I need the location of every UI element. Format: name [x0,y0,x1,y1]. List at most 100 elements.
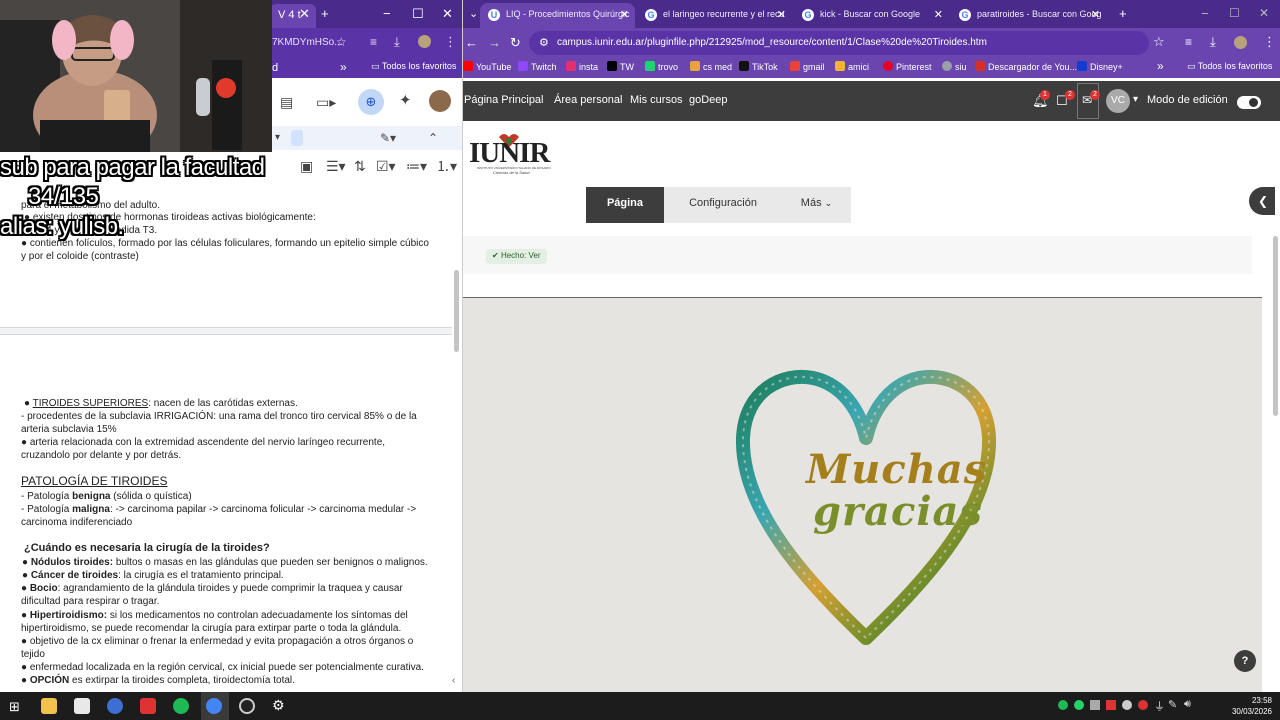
close-window-icon[interactable]: ✕ [442,6,453,22]
tray-pen-icon[interactable]: ✎ [1168,698,1177,711]
tab-kick[interactable]: Gkick - Buscar con Google ✕ [794,3,949,28]
windows-start-icon[interactable]: ⊞ [9,699,20,715]
tab-search-icon[interactable]: ⌄ [469,7,478,20]
new-tab-icon[interactable]: + [1119,6,1127,21]
bookmark-csmed[interactable]: cs med [690,61,732,72]
close-icon[interactable]: ✕ [1091,8,1100,21]
bookmark-disney[interactable]: Disney+ [1077,61,1123,72]
line-spacing-icon[interactable]: ⇅ [354,159,366,173]
tray-whatsapp-icon[interactable] [1074,700,1084,710]
nav-mis-cursos[interactable]: Mis cursos [630,94,683,106]
maximize-icon[interactable]: ☐ [412,6,424,22]
close-icon[interactable]: ✕ [934,8,943,21]
store-icon[interactable] [74,698,90,714]
system-clock[interactable]: 23:58 30/03/2026 [1232,695,1272,717]
drawer-toggle[interactable]: ❮ [1249,187,1275,215]
tab-laringeo[interactable]: Gel laringeo recurrente y el recu ✕ [637,3,792,28]
chevron-right-icon[interactable]: » [1157,59,1164,73]
gemini-icon[interactable]: ✦ [399,93,412,108]
all-bookmarks[interactable]: ▭ Todos los favoritos [1187,61,1272,72]
tab-pagina[interactable]: Página [586,187,664,223]
pencil-icon[interactable]: ✎▾ [380,131,396,145]
forward-icon[interactable]: → [488,35,501,50]
chevron-right-icon[interactable]: » [340,60,347,74]
collapse-icon[interactable]: ⌃ [428,131,438,145]
tab-configuracion[interactable]: Configuración [664,187,782,223]
bookmark-trovo[interactable]: trovo [645,61,678,72]
user-avatar[interactable] [429,90,451,112]
page-scrollbar[interactable] [1273,236,1278,416]
back-icon[interactable]: ← [465,35,478,50]
image-icon[interactable]: ▣ [300,159,313,173]
docs-scrollbar[interactable] [454,270,459,352]
close-icon[interactable]: ✕ [620,8,629,21]
reload-icon[interactable]: ↻ [510,35,521,51]
collapse-side-icon[interactable]: ‹ [452,675,455,686]
video-call-icon[interactable]: ▭▸ [316,95,336,109]
minimize-icon[interactable]: − [383,6,391,21]
comments-icon[interactable]: ▤ [280,95,293,109]
done-badge[interactable]: ✔ Hecho: Ver [486,249,547,264]
nav-godeep[interactable]: goDeep [689,94,728,106]
chevron-down-icon[interactable]: ▾ [275,131,280,145]
star-icon[interactable]: ☆ [1153,34,1165,50]
tray-record-icon[interactable] [1138,700,1148,710]
edit-mode-toggle[interactable] [1237,96,1261,109]
tray-spotify-icon[interactable] [1058,700,1068,710]
omnibox[interactable]: ⚙ campus.iunir.edu.ar/pluginfile.php/212… [529,31,1149,55]
checklist-icon[interactable]: ☑▾ [376,159,396,173]
tab-liq[interactable]: U LIQ - Procedimientos Quirúrgic ✕ [480,3,635,28]
numbered-list-icon[interactable]: ⒈▾ [436,159,457,173]
bookmark-descargador[interactable]: Descargador de You... [975,61,1077,72]
download-icon[interactable]: ⤓ [394,34,400,50]
left-url[interactable]: 7KMDYmHSo... [272,37,343,48]
close-icon[interactable]: ✕ [299,6,310,22]
download-icon[interactable]: ⤓ [1210,34,1216,50]
bookmark-amici[interactable]: amici [835,61,869,72]
bookmark-insta[interactable]: insta [566,61,598,72]
tray-app2-icon[interactable] [1106,700,1116,710]
recorder-icon[interactable] [140,698,156,714]
close-icon[interactable]: ✕ [777,8,786,21]
media-icon[interactable]: ≡ [1185,35,1192,49]
help-button[interactable]: ? [1234,650,1256,672]
chevron-down-icon[interactable]: ▾ [1133,94,1138,105]
nav-area-personal[interactable]: Área personal [554,94,623,106]
media-icon[interactable]: ≡ [370,35,377,49]
maximize-icon[interactable]: ☐ [1229,6,1240,20]
profile-icon[interactable] [1234,36,1247,49]
all-bookmarks-left[interactable]: ▭ Todos los favoritos [371,61,456,72]
obs-icon[interactable] [239,698,255,714]
more-options-icon[interactable] [291,130,303,146]
star-icon[interactable]: ☆ [336,35,347,49]
tray-usb-icon[interactable]: ⏚ [1154,698,1165,714]
settings-icon[interactable]: ⚙ [272,697,285,714]
close-window-icon[interactable]: ✕ [1259,6,1269,20]
menu-icon[interactable]: ⋮ [444,34,457,50]
bookmark-pinterest[interactable]: Pinterest [883,61,932,72]
tab-mas[interactable]: Más ⌄ [782,187,851,223]
chrome-icon[interactable] [206,698,222,714]
tray-app3-icon[interactable] [1122,700,1132,710]
share-icon[interactable]: ⊕ [358,89,384,115]
nav-home[interactable]: Página Principal [464,94,544,106]
bookmark-youtube[interactable]: YouTube [463,61,511,72]
menu-icon[interactable]: ⋮ [1263,34,1276,50]
bookmark-tw[interactable]: TW [607,61,634,72]
iunir-logo[interactable]: IUNIR INSTITUTO UNIVERSITARIO ITALIANO D… [463,131,558,177]
user-avatar[interactable]: VC [1106,89,1130,113]
left-bookmark[interactable]: d [272,62,278,74]
new-tab-icon[interactable]: + [321,6,329,21]
spotify-icon[interactable] [173,698,189,714]
bookmark-siu[interactable]: siu [942,61,967,72]
align-icon[interactable]: ☰▾ [326,159,346,173]
bookmark-gmail[interactable]: gmail [790,61,825,72]
file-explorer-icon[interactable] [41,698,57,714]
document-body[interactable]: para el metabolismo del adulto. ● existe… [0,195,452,692]
browser-app-icon[interactable] [107,698,123,714]
profile-icon[interactable] [418,35,431,48]
site-info-icon[interactable]: ⚙ [539,36,549,49]
bullet-list-icon[interactable]: ≔▾ [406,159,427,173]
tab-paratiroides[interactable]: Gparatiroides - Buscar con Goog ✕ [951,3,1106,28]
tray-app-icon[interactable] [1090,700,1100,710]
